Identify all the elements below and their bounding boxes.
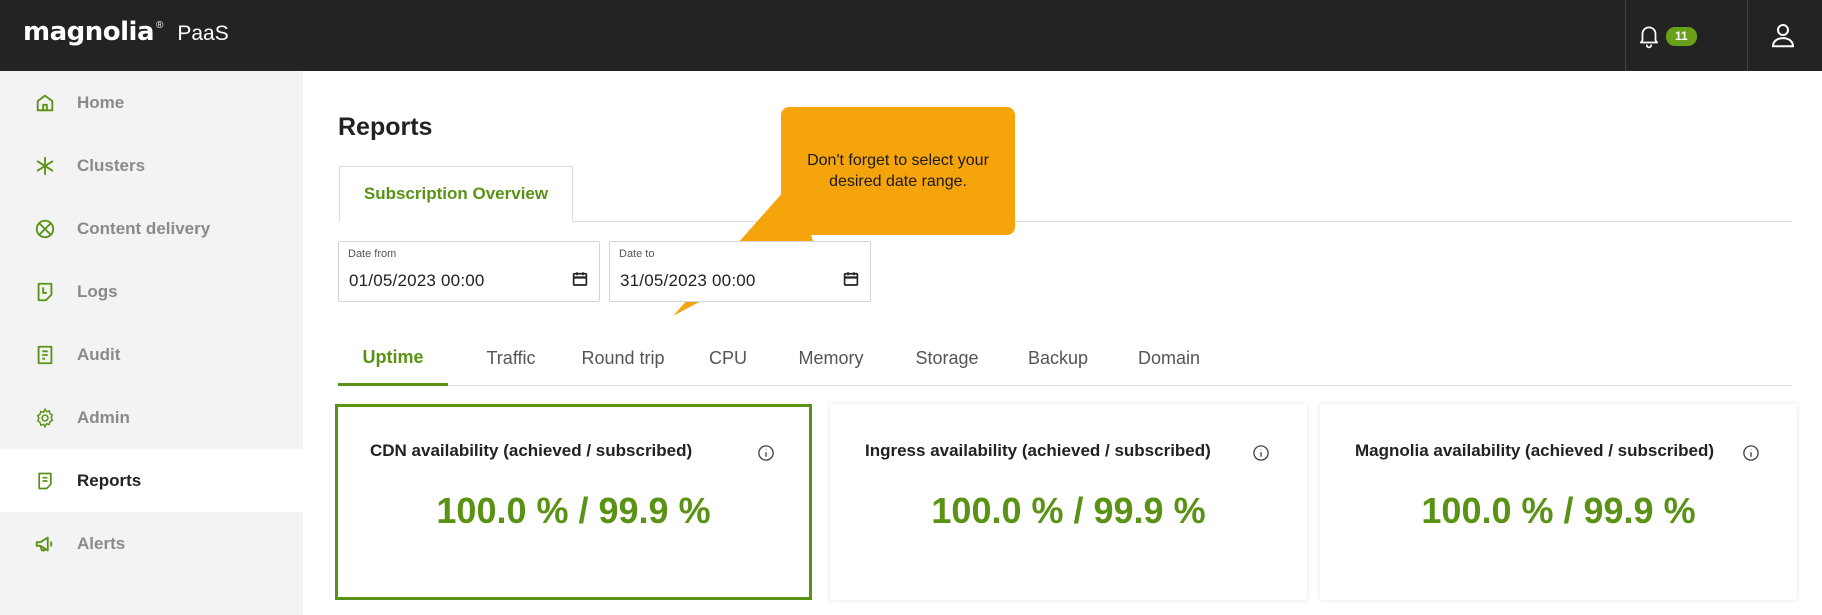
card-title: Magnolia availability (achieved / subscr… [1355, 441, 1715, 460]
card-title: Ingress availability (achieved / subscri… [865, 441, 1211, 460]
logo-registered-mark: ® [156, 20, 164, 31]
sidebar-item-label: Audit [77, 344, 121, 364]
card-value: 100.0 % / 99.9 % [931, 490, 1206, 531]
date-to-value: 31/05/2023 00:00 [620, 271, 756, 290]
calendar-icon[interactable] [571, 270, 589, 288]
info-icon[interactable] [1742, 444, 1760, 462]
top-bar: magnolia ® PaaS 11 [0, 0, 1822, 71]
sidebar-item-home[interactable]: Home [0, 71, 303, 134]
tab-storage[interactable]: Storage [897, 331, 997, 386]
sidebar-item-clusters[interactable]: Clusters [0, 134, 303, 197]
date-from-value: 01/05/2023 00:00 [349, 271, 485, 290]
audit-icon [33, 343, 57, 367]
sidebar-item-label: Logs [77, 281, 118, 301]
date-from-label: Date from [348, 248, 397, 260]
date-to-label: Date to [619, 248, 655, 260]
logo[interactable]: magnolia ® PaaS [23, 17, 229, 57]
card-value: 100.0 % / 99.9 % [1421, 490, 1696, 531]
page-title: Reports [338, 113, 433, 141]
gear-icon [33, 406, 57, 430]
asterisk-icon [33, 154, 57, 178]
card-value: 100.0 % / 99.9 % [436, 490, 711, 531]
date-from-field[interactable]: Date from 01/05/2023 00:00 [338, 241, 600, 302]
header-divider [1625, 0, 1626, 71]
sidebar-item-alerts[interactable]: Alerts [0, 512, 303, 575]
logo-wordmark: magnolia [23, 17, 155, 47]
date-range-hint-tooltip: Don't forget to select your desired date… [781, 107, 1015, 235]
logs-icon [33, 280, 57, 304]
report-icon [33, 469, 57, 493]
card-title: CDN availability (achieved / subscribed) [370, 441, 693, 460]
megaphone-icon [33, 532, 57, 556]
tab-cpu[interactable]: CPU [693, 331, 763, 386]
bell-icon [1636, 23, 1662, 49]
magnolia-availability-card[interactable]: Magnolia availability (achieved / subscr… [1320, 404, 1797, 600]
tab-domain[interactable]: Domain [1119, 331, 1219, 386]
home-icon [33, 91, 57, 115]
notifications-button[interactable]: 11 [1636, 18, 1726, 54]
sidebar-item-logs[interactable]: Logs [0, 260, 303, 323]
sidebar-item-label: Reports [77, 470, 142, 490]
sidebar-item-admin[interactable]: Admin [0, 386, 303, 449]
header-divider [1747, 0, 1748, 71]
tab-subscription-overview[interactable]: Subscription Overview [339, 166, 573, 222]
sidebar-item-label: Content delivery [77, 218, 211, 238]
metric-tabs: Uptime Traffic Round trip CPU Memory Sto… [338, 331, 1792, 386]
sidebar: Home Clusters Content delivery Logs Audi… [0, 71, 303, 615]
tab-traffic[interactable]: Traffic [468, 331, 554, 386]
info-icon[interactable] [757, 444, 775, 462]
sidebar-item-reports[interactable]: Reports [0, 449, 303, 512]
user-menu-button[interactable] [1768, 20, 1802, 54]
main-content: Reports Subscription Overview Don't forg… [303, 71, 1822, 615]
ingress-availability-card[interactable]: Ingress availability (achieved / subscri… [830, 404, 1307, 600]
sidebar-item-label: Alerts [77, 533, 126, 553]
tab-memory[interactable]: Memory [781, 331, 881, 386]
sidebar-item-audit[interactable]: Audit [0, 323, 303, 386]
sidebar-item-content-delivery[interactable]: Content delivery [0, 197, 303, 260]
sidebar-item-label: Clusters [77, 155, 146, 175]
notification-count-badge: 11 [1666, 26, 1697, 46]
date-to-field[interactable]: Date to 31/05/2023 00:00 [609, 241, 871, 302]
sidebar-item-label: Admin [77, 407, 130, 427]
user-icon [1768, 24, 1798, 54]
sidebar-item-label: Home [77, 92, 125, 112]
cdn-availability-card[interactable]: CDN availability (achieved / subscribed)… [335, 404, 812, 600]
calendar-icon[interactable] [842, 270, 860, 288]
product-name: PaaS [177, 22, 229, 45]
tab-backup[interactable]: Backup [1013, 331, 1103, 386]
cdn-icon [33, 217, 57, 241]
tab-uptime[interactable]: Uptime [338, 331, 448, 386]
tab-round-trip[interactable]: Round trip [568, 331, 678, 386]
info-icon[interactable] [1252, 444, 1270, 462]
